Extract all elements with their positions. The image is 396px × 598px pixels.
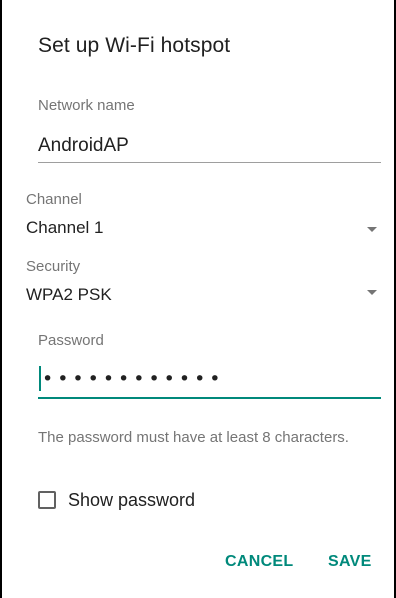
channel-dropdown[interactable]: Channel 1 (26, 218, 104, 238)
password-helper-text: The password must have at least 8 charac… (38, 429, 349, 446)
show-password-label[interactable]: Show password (68, 490, 195, 511)
password-label: Password (38, 332, 104, 349)
channel-dropdown-arrow-icon[interactable] (367, 227, 377, 232)
security-dropdown[interactable]: WPA2 PSK (26, 285, 112, 305)
show-password-row[interactable]: Show password (38, 489, 195, 511)
network-name-input[interactable]: AndroidAP (38, 135, 129, 157)
checkbox-icon[interactable] (38, 491, 56, 509)
password-underline (38, 397, 381, 399)
password-input[interactable]: •••••••••••• (42, 368, 224, 390)
security-dropdown-arrow-icon[interactable] (367, 290, 377, 295)
network-name-label: Network name (38, 97, 135, 114)
dialog-title: Set up Wi-Fi hotspot (38, 34, 231, 57)
network-name-underline (38, 162, 381, 163)
cancel-button[interactable]: CANCEL (225, 553, 293, 571)
security-label: Security (26, 258, 81, 275)
hotspot-setup-dialog: Set up Wi-Fi hotspot Network name Androi… (0, 0, 396, 598)
save-button[interactable]: SAVE (328, 553, 372, 571)
channel-label: Channel (26, 191, 82, 208)
text-cursor (39, 366, 41, 391)
